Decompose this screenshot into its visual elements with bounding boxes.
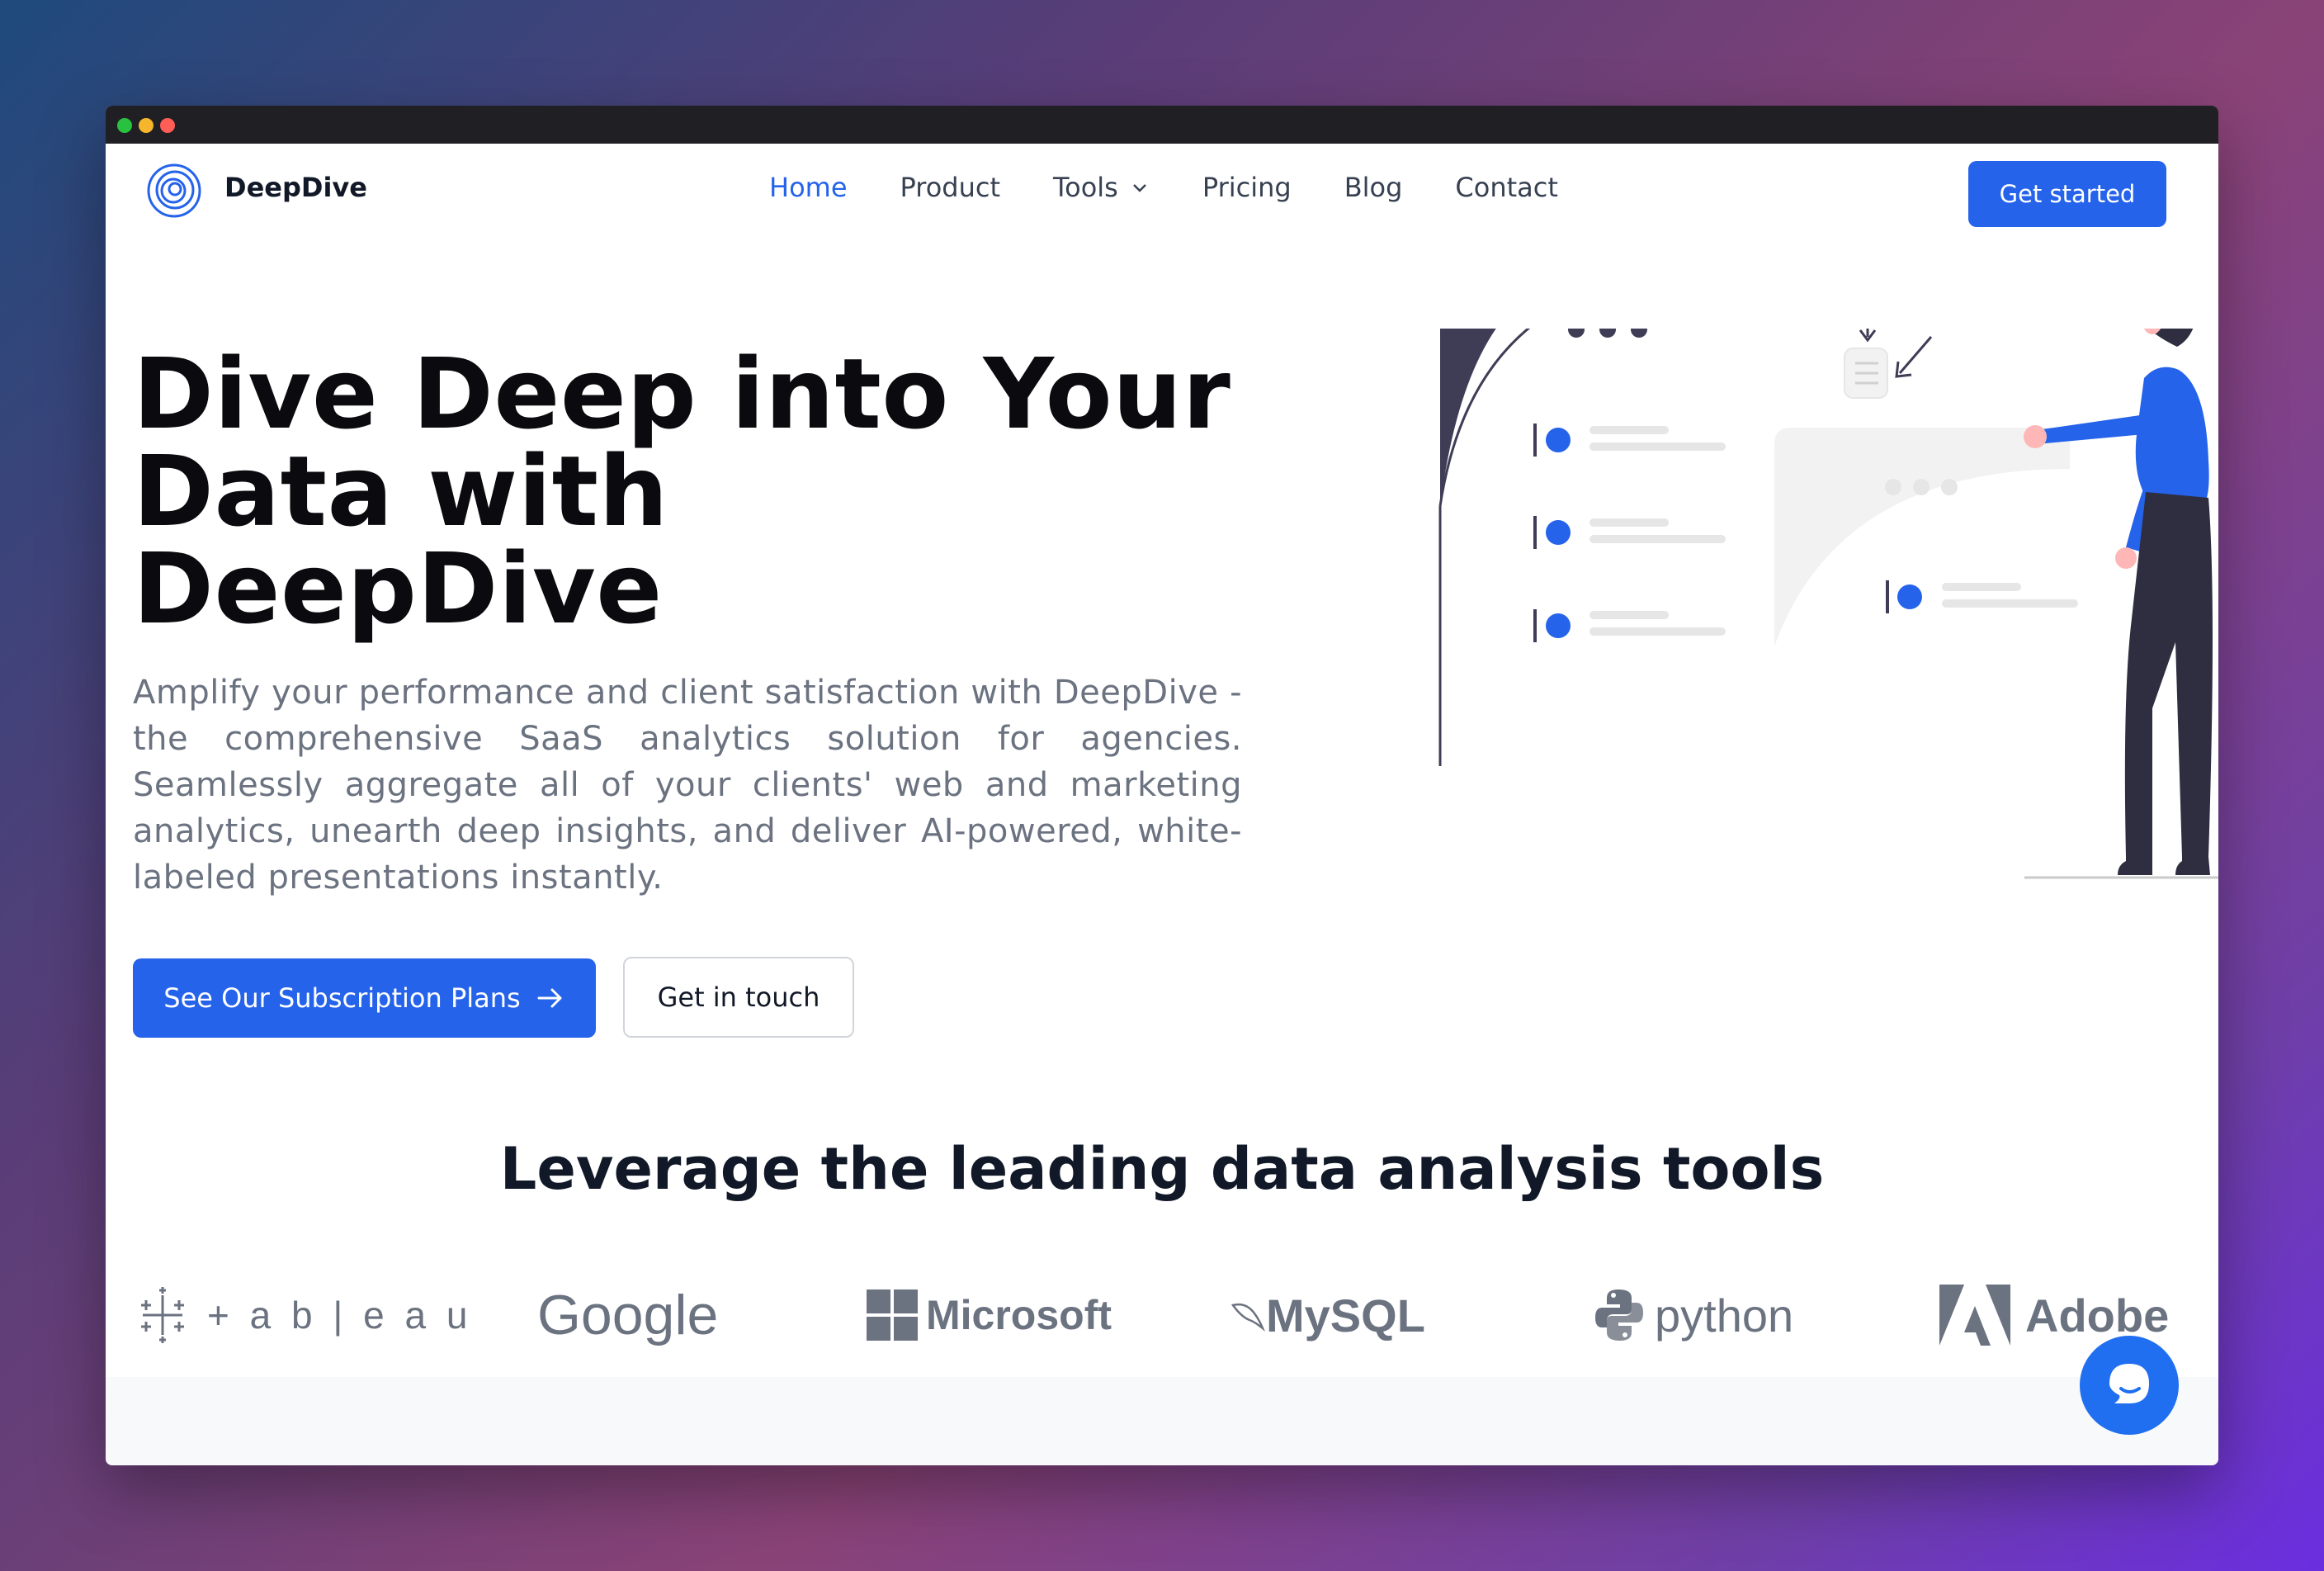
get-started-button[interactable]: Get started <box>1968 161 2166 227</box>
tableau-wordmark: + a b | e a u <box>207 1294 473 1337</box>
nav-product-label: Product <box>900 172 1001 203</box>
microsoft-icon <box>867 1289 918 1341</box>
nav-home-label: Home <box>769 172 848 203</box>
hero-title-line-3: DeepDive <box>133 532 663 646</box>
adobe-wordmark: Adobe <box>2025 1289 2170 1342</box>
mysql-logo: MySQL <box>1230 1257 1425 1373</box>
get-in-touch-button[interactable]: Get in touch <box>623 957 854 1038</box>
nav-pricing[interactable]: Pricing <box>1202 172 1292 203</box>
nav-blog-label: Blog <box>1344 172 1403 203</box>
hero-illustration <box>1438 329 2218 879</box>
tools-logo-strip: + a b | e a u Google Microsoft MySQL pyt… <box>106 1257 2218 1373</box>
nav-tools-label: Tools <box>1053 172 1118 203</box>
hero-description: Amplify your performance and client sati… <box>133 674 1242 897</box>
window-titlebar <box>106 106 2218 144</box>
nav-contact[interactable]: Contact <box>1455 172 1558 203</box>
python-icon <box>1595 1289 1643 1341</box>
adobe-icon <box>1939 1285 2010 1346</box>
google-logo: Google <box>537 1257 718 1373</box>
mysql-wordmark: MySQL <box>1266 1289 1425 1342</box>
microsoft-logo: Microsoft <box>867 1257 1112 1373</box>
footer-band <box>106 1377 2218 1465</box>
brand-name[interactable]: DeepDive <box>224 172 367 203</box>
browser-window: DeepDive Home Product Tools Pricing Blog… <box>106 106 2218 1465</box>
python-wordmark: python <box>1655 1289 1794 1342</box>
deepdive-logo-icon[interactable] <box>145 162 203 220</box>
window-green-dot[interactable] <box>117 118 132 133</box>
nav-tools[interactable]: Tools <box>1053 172 1150 203</box>
window-yellow-dot[interactable] <box>139 118 154 133</box>
top-navigation: DeepDive Home Product Tools Pricing Blog… <box>106 144 2218 243</box>
main-menu: Home Product Tools Pricing Blog Contact <box>769 172 1611 203</box>
python-logo: python <box>1594 1257 1793 1373</box>
arrow-right-icon <box>537 988 562 1008</box>
google-wordmark: Google <box>537 1284 719 1346</box>
nav-blog[interactable]: Blog <box>1344 172 1403 203</box>
tableau-logo: + a b | e a u <box>133 1257 472 1373</box>
mysql-dolphin-icon <box>1230 1303 1265 1332</box>
microsoft-wordmark: Microsoft <box>926 1292 1112 1338</box>
subscription-plans-button[interactable]: See Our Subscription Plans <box>133 958 596 1038</box>
nav-home[interactable]: Home <box>769 172 848 203</box>
hero-title: Dive Deep into Your Data with DeepDive <box>133 345 1272 637</box>
tools-section-title: Leverage the leading data analysis tools <box>499 1135 1825 1203</box>
tableau-icon <box>141 1287 184 1343</box>
window-red-dot[interactable] <box>160 118 175 133</box>
nav-pricing-label: Pricing <box>1202 172 1292 203</box>
nav-product[interactable]: Product <box>900 172 1001 203</box>
chevron-down-icon <box>1132 184 1146 192</box>
chat-bubble-icon <box>2109 1364 2149 1403</box>
nav-contact-label: Contact <box>1455 172 1558 203</box>
subscription-plans-label: See Our Subscription Plans <box>163 982 521 1014</box>
chat-launcher-button[interactable] <box>2080 1336 2179 1435</box>
